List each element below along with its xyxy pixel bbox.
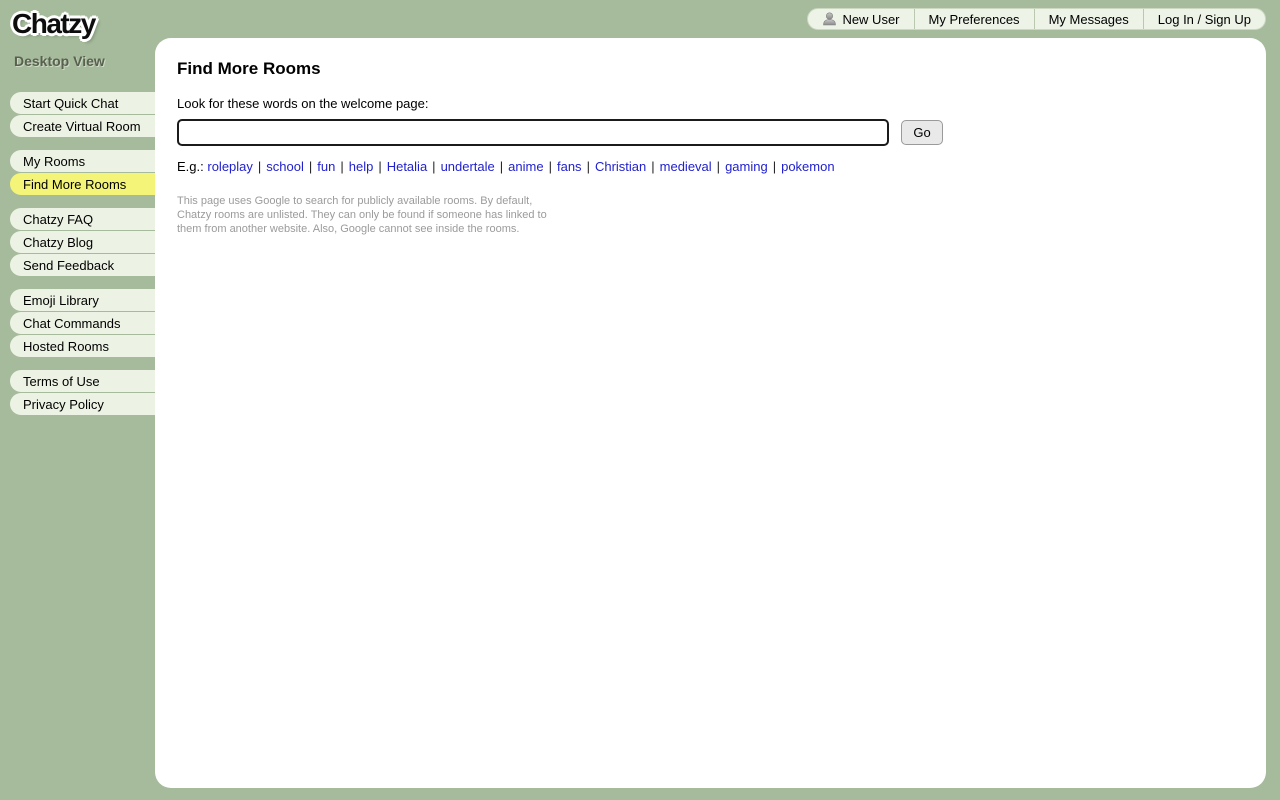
example-link-fun[interactable]: fun <box>317 159 335 174</box>
example-link-school[interactable]: school <box>266 159 304 174</box>
sidebar-item-privacy-policy[interactable]: Privacy Policy <box>10 393 155 415</box>
search-row: Go <box>177 119 1244 146</box>
example-link-roleplay[interactable]: roleplay <box>207 159 253 174</box>
my-messages-button[interactable]: My Messages <box>1034 9 1143 29</box>
example-link-help[interactable]: help <box>349 159 374 174</box>
note-line: them from another website. Also, Google … <box>177 222 1244 236</box>
room-search-input[interactable] <box>177 119 889 146</box>
sidebar-group-help: Chatzy FAQ Chatzy Blog Send Feedback <box>10 208 155 276</box>
example-separator: | <box>717 159 720 174</box>
sidebar-group-rooms: My Rooms Find More Rooms <box>10 150 155 195</box>
example-separator: | <box>651 159 654 174</box>
search-label: Look for these words on the welcome page… <box>177 96 1244 111</box>
example-separator: | <box>432 159 435 174</box>
sidebar-item-terms-of-use[interactable]: Terms of Use <box>10 370 155 392</box>
sidebar-group-chat: Start Quick Chat Create Virtual Room <box>10 92 155 137</box>
example-separator: | <box>500 159 503 174</box>
user-icon <box>822 12 837 26</box>
page-title: Find More Rooms <box>177 59 1244 79</box>
sidebar-group-resources: Emoji Library Chat Commands Hosted Rooms <box>10 289 155 357</box>
examples-prefix: E.g.: <box>177 159 204 174</box>
example-separator: | <box>587 159 590 174</box>
sidebar-item-chat-commands[interactable]: Chat Commands <box>10 312 155 334</box>
example-link-pokemon[interactable]: pokemon <box>781 159 834 174</box>
login-signup-button[interactable]: Log In / Sign Up <box>1143 9 1265 29</box>
example-link-anime[interactable]: anime <box>508 159 543 174</box>
example-link-fans[interactable]: fans <box>557 159 582 174</box>
main-content-panel: Find More Rooms Look for these words on … <box>155 38 1266 788</box>
sidebar-item-chatzy-faq[interactable]: Chatzy FAQ <box>10 208 155 230</box>
sidebar-item-my-rooms[interactable]: My Rooms <box>10 150 155 172</box>
go-button[interactable]: Go <box>901 120 943 145</box>
sidebar-item-send-feedback[interactable]: Send Feedback <box>10 254 155 276</box>
example-separator: | <box>378 159 381 174</box>
my-preferences-label: My Preferences <box>929 12 1020 27</box>
note-line: Chatzy rooms are unlisted. They can only… <box>177 208 1244 222</box>
example-separator: | <box>258 159 261 174</box>
login-signup-label: Log In / Sign Up <box>1158 12 1251 27</box>
desktop-view-label: Desktop View <box>14 53 105 69</box>
my-preferences-button[interactable]: My Preferences <box>914 9 1034 29</box>
sidebar-item-chatzy-blog[interactable]: Chatzy Blog <box>10 231 155 253</box>
example-separator: | <box>309 159 312 174</box>
example-link-gaming[interactable]: gaming <box>725 159 768 174</box>
sidebar-item-start-quick-chat[interactable]: Start Quick Chat <box>10 92 155 114</box>
my-messages-label: My Messages <box>1049 12 1129 27</box>
example-separator: | <box>773 159 776 174</box>
example-searches: E.g.: roleplay | school | fun | help | Hetalia | u… <box>177 159 1244 174</box>
sidebar-menu: Start Quick Chat Create Virtual Room My … <box>10 92 155 428</box>
example-link-christian[interactable]: Christian <box>595 159 646 174</box>
google-search-note: This page uses Google to search for publ… <box>177 194 1244 236</box>
example-separator: | <box>340 159 343 174</box>
example-link-hetalia[interactable]: Hetalia <box>387 159 427 174</box>
note-line: This page uses Google to search for publ… <box>177 194 1244 208</box>
sidebar-item-create-virtual-room[interactable]: Create Virtual Room <box>10 115 155 137</box>
example-separator: | <box>549 159 552 174</box>
new-user-button[interactable]: New User <box>808 9 913 29</box>
example-link-medieval[interactable]: medieval <box>660 159 712 174</box>
sidebar-item-hosted-rooms[interactable]: Hosted Rooms <box>10 335 155 357</box>
sidebar-item-emoji-library[interactable]: Emoji Library <box>10 289 155 311</box>
top-navigation-bar: New User My Preferences My Messages Log … <box>807 8 1266 30</box>
chatzy-logo[interactable]: Chatzy <box>12 8 95 40</box>
sidebar-group-legal: Terms of Use Privacy Policy <box>10 370 155 415</box>
sidebar-item-find-more-rooms[interactable]: Find More Rooms <box>10 173 155 195</box>
new-user-label: New User <box>842 12 899 27</box>
example-link-undertale[interactable]: undertale <box>441 159 495 174</box>
